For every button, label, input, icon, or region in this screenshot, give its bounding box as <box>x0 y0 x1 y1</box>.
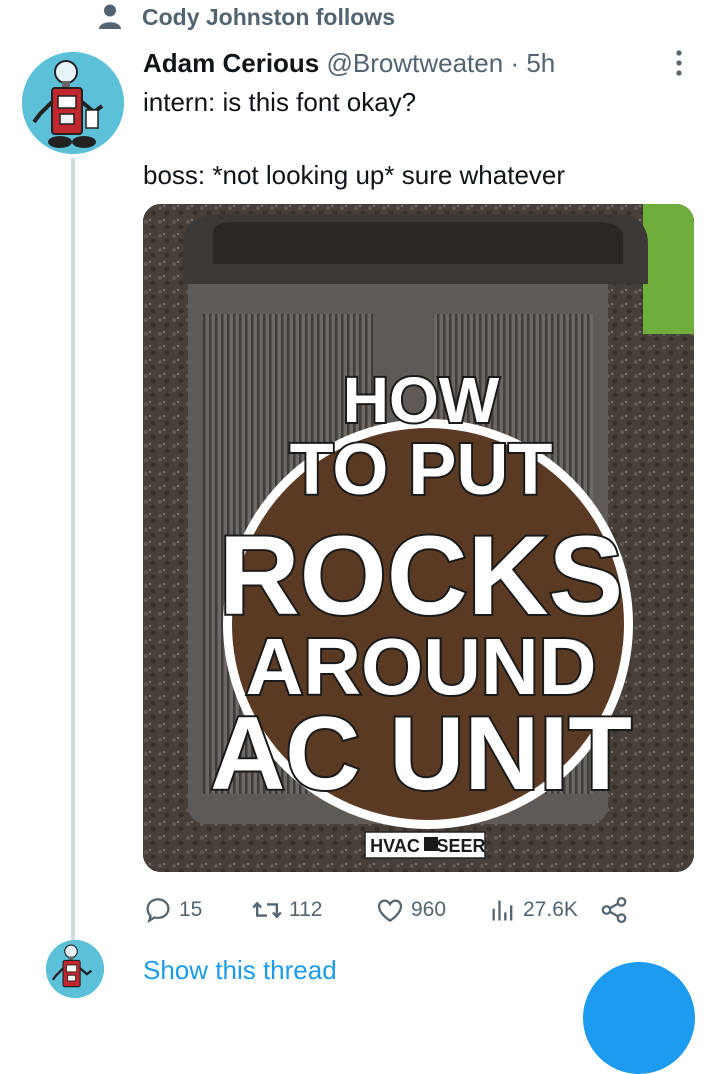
watermark-left: HVAC <box>370 836 420 856</box>
retweet-icon <box>252 901 282 919</box>
analytics-icon <box>492 900 513 921</box>
media-illustration: HOW TO PUT ROCKS AROUND AC UNIT HVAC SEE… <box>143 204 694 872</box>
tweet-text-line-2: boss: *not looking up* sure whatever <box>143 160 566 190</box>
more-dots-icon <box>676 50 682 76</box>
author-name[interactable]: Adam Cerious <box>143 48 319 78</box>
tweet-media-image[interactable]: HOW TO PUT ROCKS AROUND AC UNIT HVAC SEE… <box>143 204 694 872</box>
person-icon <box>92 3 128 31</box>
robot-avatar-icon <box>22 52 124 154</box>
headline-line-2: TO PUT <box>290 430 553 510</box>
tweet-header: Adam Cerious @Browtweaten · 5h <box>143 47 555 79</box>
tweet-action-bar: 15 112 960 27.6K <box>143 893 663 927</box>
separator-dot: · <box>510 48 520 78</box>
tweet-time[interactable]: 5h <box>526 48 555 78</box>
compose-tweet-button[interactable] <box>583 962 695 1074</box>
show-thread-link[interactable]: Show this thread <box>143 955 337 986</box>
views-button[interactable]: 27.6K <box>489 893 578 927</box>
view-count: 27.6K <box>523 898 578 921</box>
reply-count: 15 <box>179 898 203 921</box>
thread-connector-line <box>71 158 75 940</box>
headline-line-1: HOW <box>343 364 500 436</box>
retweet-count: 112 <box>289 898 323 921</box>
social-context: Cody Johnston follows <box>92 2 395 32</box>
social-context-text[interactable]: Cody Johnston follows <box>142 4 395 31</box>
retweet-button[interactable]: 112 <box>251 893 322 927</box>
author-avatar[interactable] <box>22 52 124 154</box>
share-icon <box>601 897 627 923</box>
thread-avatar[interactable] <box>46 940 104 998</box>
more-options-button[interactable] <box>664 48 694 78</box>
tweet-text-line-1: intern: is this font okay? <box>143 87 417 117</box>
author-handle[interactable]: @Browtweaten <box>327 48 504 78</box>
headline-line-3: ROCKS <box>219 513 623 638</box>
robot-avatar-small-icon <box>46 940 104 998</box>
headline-line-5: AC UNIT <box>210 696 632 812</box>
share-button[interactable] <box>599 893 629 927</box>
heart-icon <box>377 899 403 922</box>
watermark-right: SEER <box>436 836 485 856</box>
like-button[interactable]: 960 <box>375 893 446 927</box>
like-count: 960 <box>411 898 447 921</box>
reply-button[interactable]: 15 <box>143 893 202 927</box>
reply-icon <box>146 898 170 924</box>
